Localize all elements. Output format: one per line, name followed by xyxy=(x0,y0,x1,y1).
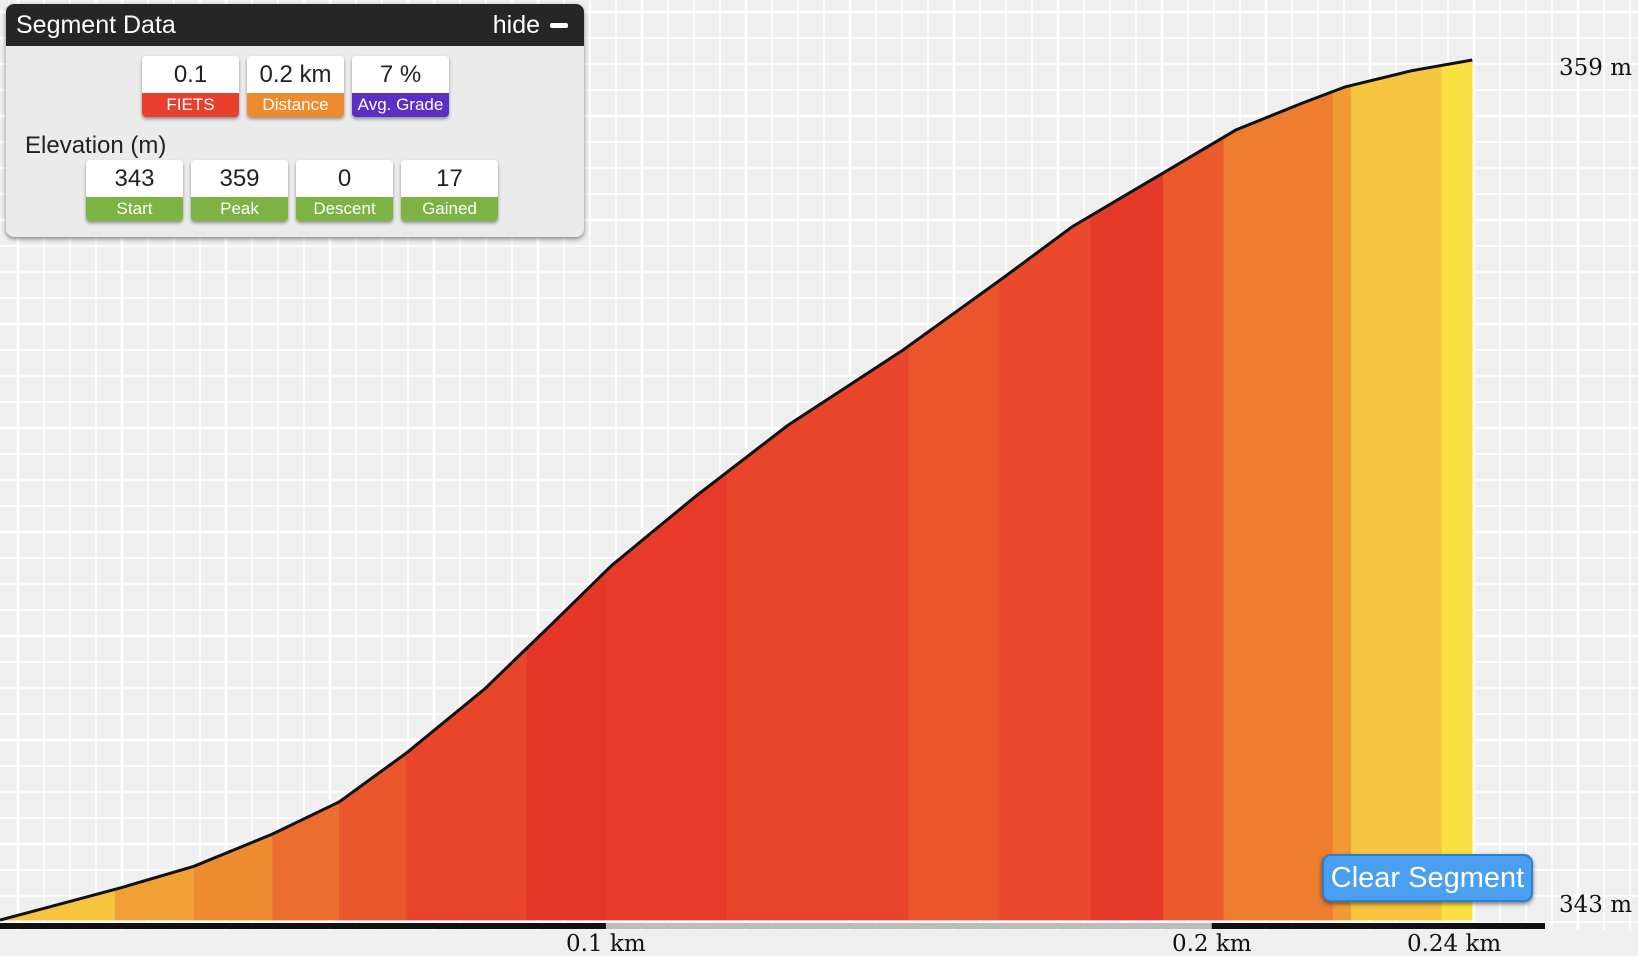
stat-value: 0 xyxy=(337,164,352,192)
elevation-stats: 343 Start 359 Peak 0 Descent 17 Gained xyxy=(86,160,498,221)
stat-avg-grade: 7 % Avg. Grade xyxy=(352,56,449,117)
grade-segment xyxy=(1223,91,1334,921)
stat-value: 0.1 xyxy=(173,60,208,88)
stat-label: Peak xyxy=(191,197,288,221)
stat-gained: 17 Gained xyxy=(401,160,498,221)
segment-data-panel: Segment Data hide 0.1 FIETS 0.2 km Dista… xyxy=(6,4,584,237)
x-tick-label: 0.1 km xyxy=(566,931,646,956)
y-tick-label: 359 m xyxy=(1559,55,1632,81)
grade-segment xyxy=(1332,85,1352,921)
y-tick-label: 343 m xyxy=(1559,892,1632,918)
hide-button[interactable]: hide xyxy=(493,11,568,40)
grade-segment xyxy=(908,279,1001,921)
stat-value: 17 xyxy=(436,164,463,192)
panel-title: Segment Data xyxy=(16,10,176,39)
clear-segment-button[interactable]: Clear Segment xyxy=(1322,854,1533,902)
stat-descent: 0 Descent xyxy=(296,160,393,221)
stat-value: 0.2 km xyxy=(259,60,332,88)
stat-value: 359 xyxy=(219,164,260,192)
elevation-profile-view: 0.1 km 0.2 km 0.24 km 343 m 359 m Segment D… xyxy=(0,0,1638,956)
stat-start: 343 Start xyxy=(86,160,183,221)
stat-label: Avg. Grade xyxy=(352,93,449,117)
elevation-heading: Elevation (m) xyxy=(25,132,167,159)
stat-label: Gained xyxy=(401,197,498,221)
minus-icon xyxy=(550,22,568,28)
grade-segment xyxy=(1090,172,1164,921)
stat-fiets: 0.1 FIETS xyxy=(142,56,239,117)
summary-stats: 0.1 FIETS 0.2 km Distance 7 % Avg. Grade xyxy=(142,56,449,117)
grade-segment xyxy=(999,215,1091,921)
stat-distance: 0.2 km Distance xyxy=(247,56,344,117)
grade-segment xyxy=(1441,59,1473,921)
hide-label: hide xyxy=(492,10,540,39)
x-tick-label: 0.2 km xyxy=(1172,931,1252,956)
stat-peak: 359 Peak xyxy=(191,160,288,221)
stat-label: Descent xyxy=(296,197,393,221)
stat-label: FIETS xyxy=(142,93,239,117)
grade-segment xyxy=(1350,65,1443,921)
stat-label: Start xyxy=(86,197,183,221)
stat-label: Distance xyxy=(247,93,344,117)
stat-value: 343 xyxy=(114,164,155,192)
stat-value: 7 % xyxy=(379,60,422,88)
x-tick-label: 0.24 km xyxy=(1407,931,1501,956)
panel-header: Segment Data hide xyxy=(6,4,584,46)
grade-segment xyxy=(1162,136,1225,921)
